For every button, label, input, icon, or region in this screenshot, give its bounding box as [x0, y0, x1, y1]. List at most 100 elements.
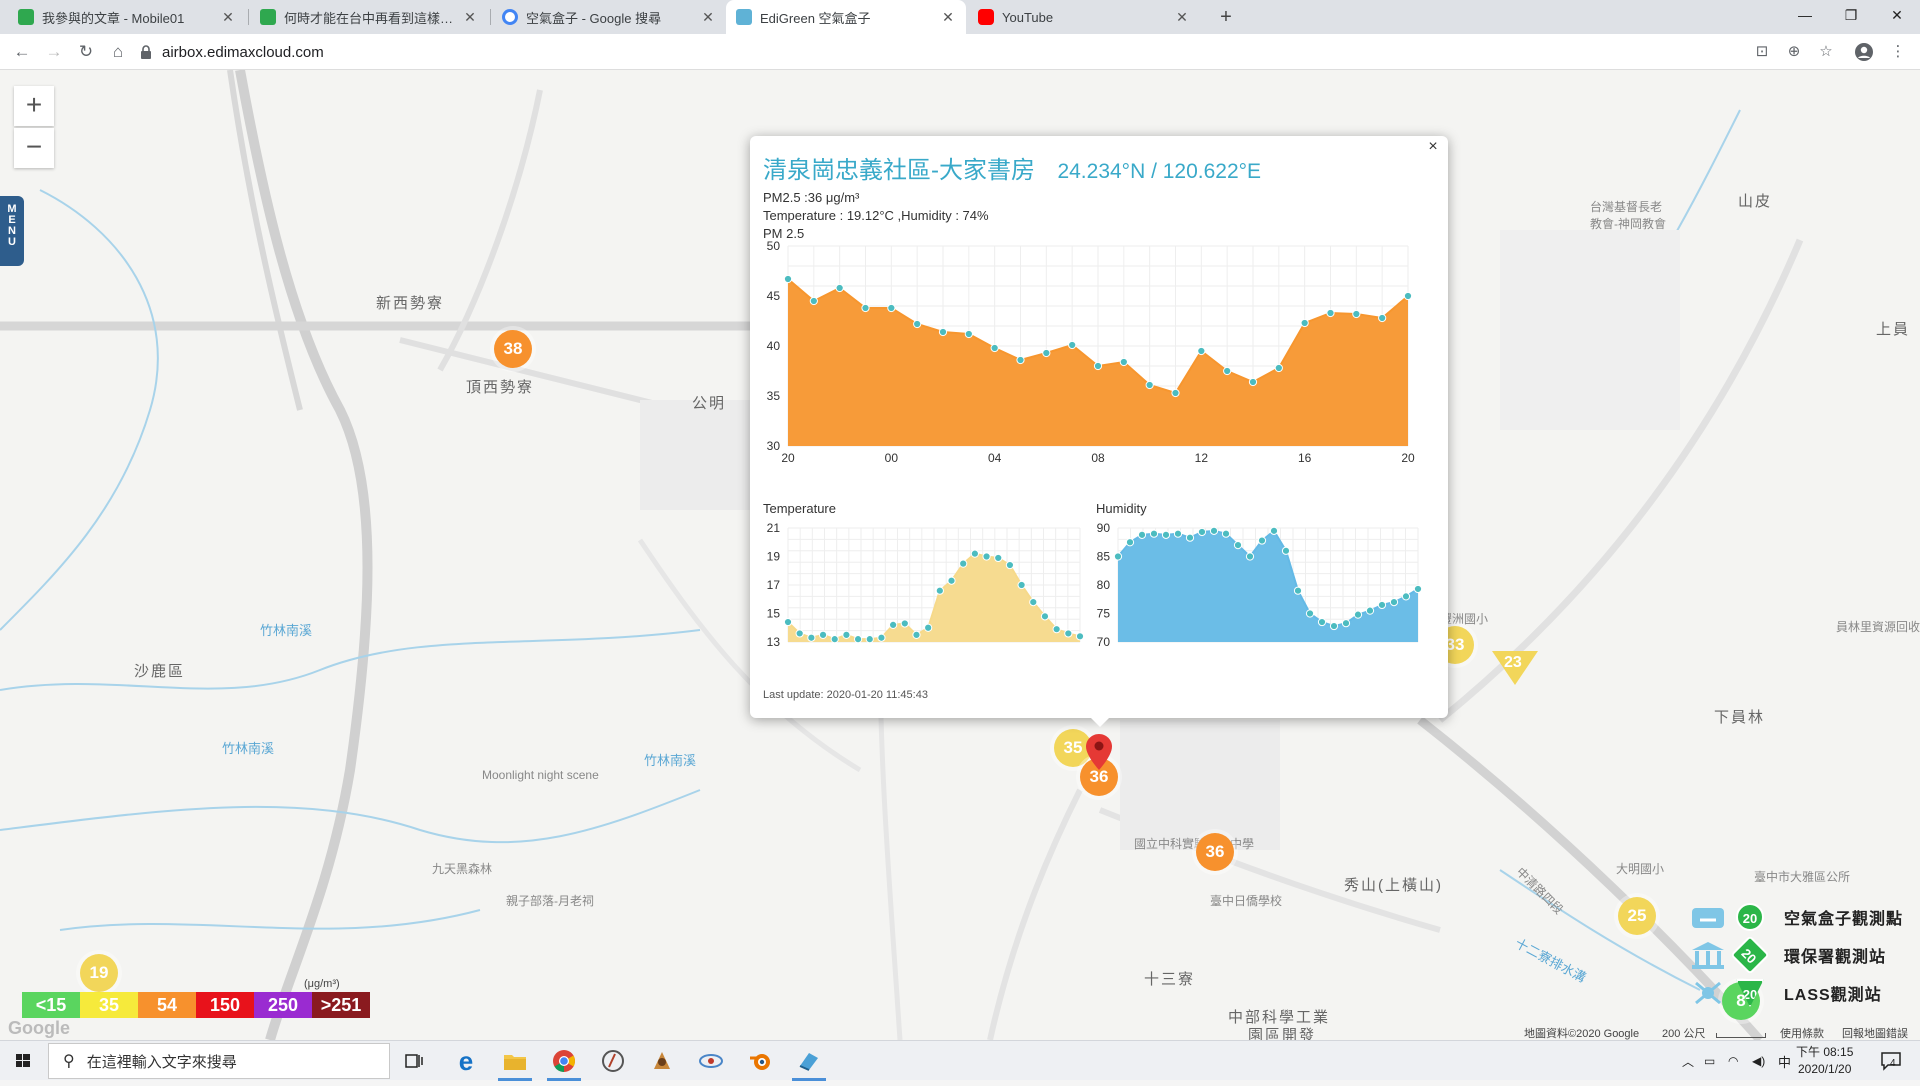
- tab-title: EdiGreen 空氣盒子: [760, 10, 871, 26]
- pm25-point: [1248, 377, 1258, 387]
- address-bar[interactable]: airbox.edimaxcloud.com: [140, 39, 1760, 65]
- map-poi-label: 臺中日僑學校: [1210, 894, 1283, 908]
- zoom-in-button[interactable]: +: [14, 86, 54, 126]
- ime-indicator[interactable]: 中: [1778, 1041, 1791, 1081]
- close-icon[interactable]: ✕: [220, 9, 236, 26]
- close-icon[interactable]: ✕: [700, 9, 716, 26]
- airbox-marker[interactable]: 19: [80, 954, 118, 992]
- translate-icon[interactable]: ⊡: [1750, 40, 1774, 64]
- humidity-point: [1377, 600, 1387, 610]
- pm25-point: [887, 303, 896, 313]
- reload-button[interactable]: ↻: [74, 40, 98, 64]
- task-view-icon[interactable]: [392, 1041, 438, 1081]
- minimize-button[interactable]: —: [1782, 0, 1828, 30]
- pm25-y-tick: 45: [767, 289, 781, 303]
- temperature-y-tick: 15: [767, 607, 781, 621]
- home-button[interactable]: ⌂: [106, 40, 130, 64]
- back-button[interactable]: ←: [10, 40, 34, 64]
- browser-tab[interactable]: 我參與的文章 - Mobile01 ✕: [8, 0, 246, 34]
- humidity-point: [1305, 609, 1315, 618]
- file-explorer-icon[interactable]: [492, 1041, 538, 1081]
- tray-chevron-icon[interactable]: ︿: [1682, 1041, 1694, 1081]
- station-title: 清泉崗忠義社區-大家書房: [763, 157, 1035, 184]
- notification-center-icon[interactable]: 4: [1880, 1041, 1901, 1081]
- station-legend-airbox[interactable]: 20 空氣盒子觀測點: [1690, 900, 1903, 934]
- temperature-y-tick: 13: [767, 635, 781, 649]
- station-legend-epa[interactable]: 20 環保署觀測站: [1690, 935, 1886, 975]
- airbox-marker[interactable]: 36: [1196, 833, 1234, 871]
- zoom-icon[interactable]: ⊕: [1782, 40, 1806, 64]
- humidity-y-tick: 80: [1097, 578, 1111, 592]
- pm25-point: [861, 303, 870, 313]
- pm25-y-tick: 30: [767, 439, 781, 453]
- government-building-icon: [1690, 940, 1726, 970]
- terms-link[interactable]: 使用條款: [1780, 1025, 1824, 1040]
- pm25-point: [1145, 380, 1154, 390]
- close-icon[interactable]: ✕: [940, 9, 956, 26]
- close-icon[interactable]: ✕: [1174, 9, 1190, 26]
- pm25-x-tick: 00: [885, 451, 899, 465]
- humidity-point: [1185, 533, 1195, 542]
- airbox-marker[interactable]: 38: [494, 330, 532, 368]
- app-icon[interactable]: [786, 1041, 832, 1081]
- blender-icon[interactable]: [737, 1041, 783, 1081]
- humidity-y-tick: 90: [1097, 521, 1111, 535]
- taskbar-search-box[interactable]: ⚲ 在這裡輸入文字來搜尋: [48, 1043, 390, 1079]
- browser-tab[interactable]: 何時才能在台中再看到這樣的藍天 ✕: [250, 0, 488, 34]
- zoom-out-button[interactable]: −: [14, 128, 54, 168]
- legend-unit: (μg/m³): [304, 978, 340, 990]
- temperature-point: [877, 633, 886, 642]
- bookmark-star-icon[interactable]: ☆: [1814, 40, 1838, 64]
- pm25-x-tick: 08: [1091, 451, 1105, 465]
- map-place-label: 秀山(上橫山): [1344, 877, 1443, 894]
- chrome-browser-icon[interactable]: [541, 1041, 587, 1081]
- humidity-chart-title: Humidity: [1096, 501, 1147, 516]
- youtube-favicon-icon: [978, 9, 994, 25]
- map-river-label: 竹林南溪: [222, 741, 275, 756]
- browser-tab[interactable]: YouTube ✕: [968, 0, 1200, 34]
- legend-cell: 54: [138, 992, 196, 1018]
- pm25-point: [1274, 363, 1283, 373]
- close-window-button[interactable]: ✕: [1874, 0, 1920, 30]
- station-coordinates: 24.234°N / 120.622°E: [1057, 160, 1262, 183]
- taskbar-clock[interactable]: 下午 08:15 2020/1/20: [1796, 1044, 1853, 1078]
- browser-tab[interactable]: 空氣盒子 - Google 搜尋 ✕: [492, 0, 726, 34]
- volume-icon[interactable]: ◀): [1752, 1041, 1765, 1081]
- lass-sensor-icon: [1690, 978, 1726, 1008]
- forward-button[interactable]: →: [42, 40, 66, 64]
- tab-title: 我參與的文章 - Mobile01: [42, 10, 185, 26]
- humidity-point: [1149, 529, 1159, 538]
- browser-tab-active[interactable]: EdiGreen 空氣盒子 ✕: [726, 0, 966, 34]
- battery-icon[interactable]: ▭: [1704, 1041, 1715, 1081]
- app-icon[interactable]: [688, 1041, 734, 1081]
- epa-station-value: 23: [1504, 654, 1522, 671]
- report-map-error-link[interactable]: 回報地圖錯誤: [1842, 1025, 1908, 1040]
- humidity-point: [1389, 598, 1399, 607]
- tab-title: 空氣盒子 - Google 搜尋: [526, 10, 662, 26]
- temperature-point: [807, 633, 816, 642]
- menu-toggle-button[interactable]: MENU: [0, 196, 24, 266]
- selected-location-pin-icon[interactable]: [1086, 734, 1112, 770]
- windows-start-button[interactable]: [0, 1041, 46, 1081]
- edge-browser-icon[interactable]: e: [443, 1041, 489, 1081]
- app-icon[interactable]: [590, 1041, 636, 1081]
- app-icon[interactable]: [639, 1041, 685, 1081]
- pm25-y-tick: 40: [767, 339, 781, 353]
- restore-button[interactable]: ❐: [1828, 0, 1874, 30]
- weather-reading: Temperature : 19.12°C ,Humidity : 74%: [763, 208, 989, 223]
- station-legend-lass[interactable]: 20 LASS觀測站: [1690, 976, 1882, 1010]
- humidity-point: [1365, 606, 1375, 615]
- new-tab-button[interactable]: +: [1214, 5, 1238, 29]
- profile-avatar-icon[interactable]: [1852, 40, 1876, 64]
- tab-separator: [490, 9, 491, 25]
- more-menu-icon[interactable]: ⋮: [1886, 40, 1910, 64]
- cloud-icon: [1690, 902, 1726, 932]
- humidity-y-tick: 75: [1097, 607, 1111, 621]
- close-icon[interactable]: ✕: [462, 9, 478, 26]
- legend-cell: <15: [22, 992, 80, 1018]
- network-icon[interactable]: ◠: [1728, 1041, 1738, 1081]
- station-info-popup: × 清泉崗忠義社區-大家書房 24.234°N / 120.622°E PM2.…: [750, 136, 1448, 718]
- airbox-marker[interactable]: 25: [1618, 897, 1656, 935]
- close-popup-button[interactable]: ×: [1424, 138, 1442, 156]
- tab-title: YouTube: [1002, 9, 1054, 25]
